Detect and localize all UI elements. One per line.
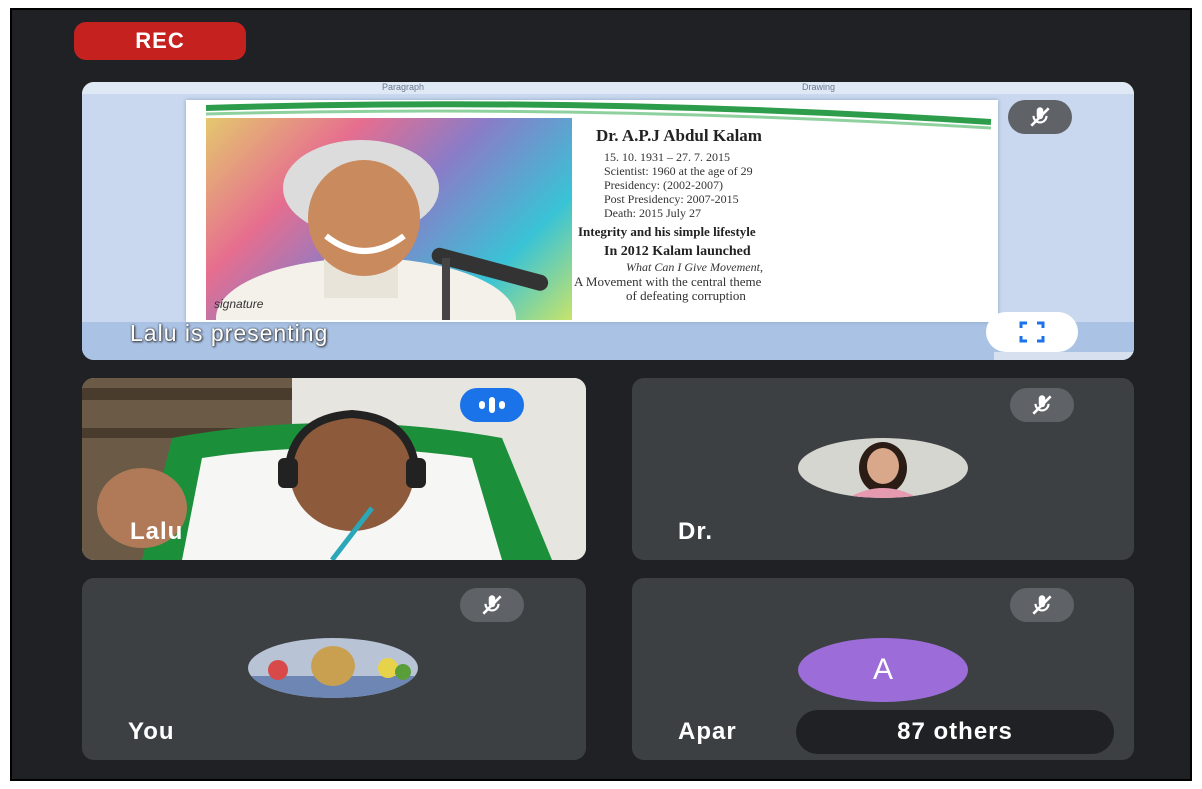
speaking-indicator-icon (460, 388, 524, 422)
mic-off-icon (460, 588, 524, 622)
participant-name: Lalu (130, 518, 184, 545)
slide-line-dates: 15. 10. 1931 – 27. 7. 2015 (604, 150, 730, 164)
slide-line-presidency: Presidency: (2002-2007) (604, 178, 723, 192)
shared-slide: signature Dr. A.P.J Abdul Kalam 15. 10. … (186, 100, 998, 322)
slide-line-scientist: Scientist: 1960 at the age of 29 (604, 164, 753, 178)
presenting-label: Lalu is presenting (130, 320, 329, 346)
others-label: 87 others (897, 718, 1013, 745)
slide-line-corruption: of defeating corruption (626, 288, 746, 303)
participant-tile-you[interactable]: You (82, 578, 586, 760)
recording-label: REC (135, 28, 185, 53)
ribbon-drawing: Drawing (802, 82, 836, 92)
presentation-tile[interactable]: Paragraph Drawing signature Dr. A.P.J Ab… (82, 82, 1134, 360)
slide-app-statusbar (994, 352, 1134, 360)
participant-name: Dr. (678, 518, 714, 545)
slide-line-post-presidency: Post Presidency: 2007-2015 (604, 192, 739, 206)
ribbon-paragraph: Paragraph (382, 82, 425, 92)
kalam-portrait-image: signature (206, 118, 572, 320)
meeting-window: REC Paragraph Drawing signature Dr. A.P.… (10, 8, 1192, 781)
svg-text:signature: signature (214, 297, 264, 311)
mic-off-icon (1010, 588, 1074, 622)
dr-avatar (798, 438, 968, 498)
participant-name: Apar (678, 718, 737, 745)
slide-movement-name: What Can I Give Movement (626, 260, 760, 274)
slide-line-movement: What Can I Give Movement, (626, 260, 763, 275)
apar-avatar: A (798, 638, 968, 702)
fullscreen-button[interactable] (986, 312, 1078, 352)
slide-line-integrity: Integrity and his simple lifestyle (578, 224, 756, 239)
you-avatar (248, 638, 418, 698)
participant-tile-dr[interactable]: Dr. (632, 378, 1134, 560)
others-count-button[interactable]: 87 others (796, 710, 1114, 754)
participant-tile-lalu[interactable]: Lalu (82, 378, 586, 560)
participant-name: You (128, 718, 175, 745)
fullscreen-icon (1019, 321, 1045, 343)
slide-app-ribbon: Paragraph Drawing (82, 82, 1134, 94)
slide-movement-comma: , (759, 260, 763, 274)
presentation-mic-off-icon (1008, 100, 1072, 134)
slide-title: Dr. A.P.J Abdul Kalam (596, 126, 762, 145)
recording-badge: REC (74, 22, 246, 60)
slide-line-death: Death: 2015 July 27 (604, 206, 701, 220)
mic-off-icon (1010, 388, 1074, 422)
slide-line-launched: In 2012 Kalam launched (604, 244, 751, 259)
